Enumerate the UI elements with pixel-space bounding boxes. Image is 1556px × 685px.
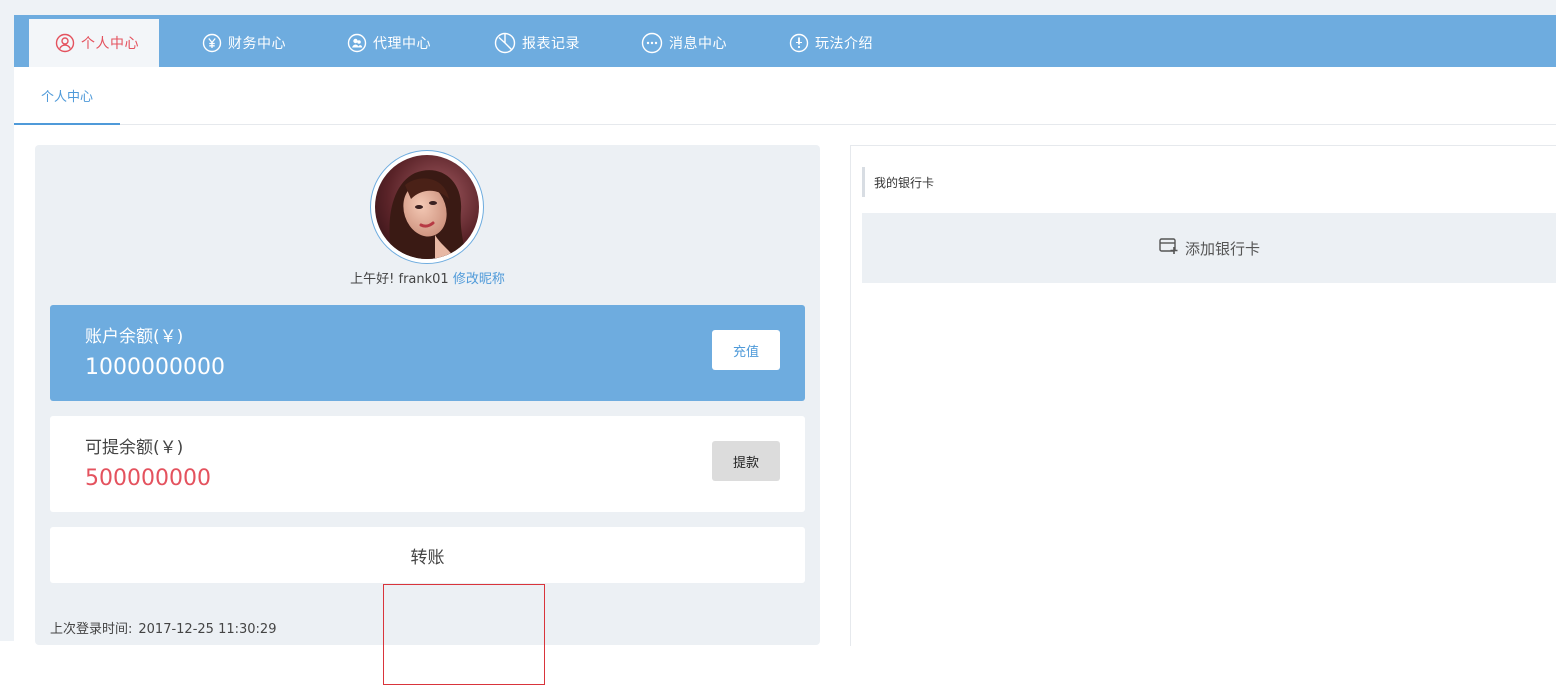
nav-item-finance-center[interactable]: 财务中心 (202, 19, 286, 67)
greeting-text: 上午好! (350, 272, 395, 287)
balance-label: 账户余额(￥) (85, 327, 184, 347)
last-login-label: 上次登录时间: (50, 622, 133, 637)
nav-item-message-center[interactable]: 消息中心 (641, 19, 727, 67)
transfer-card: 转账 (50, 527, 805, 583)
sub-tab-bar: 个人中心 (14, 67, 1556, 125)
card-add-icon (1159, 237, 1179, 259)
highlight-box (383, 584, 545, 685)
account-balance-card: 账户余额(￥) 1000000000 充值 (50, 305, 805, 401)
withdrawable-value: 500000000 (85, 466, 211, 491)
nav-label: 消息中心 (669, 36, 727, 52)
top-nav: 个人中心 财务中心 代理中心 报表记录 消息中心 玩法介绍 (14, 15, 1556, 67)
withdraw-button[interactable]: 提款 (712, 441, 780, 481)
last-login-time: 2017-12-25 11:30:29 (138, 622, 277, 637)
nav-item-gameplay-intro[interactable]: 玩法介绍 (789, 19, 873, 67)
transfer-button[interactable]: 转账 (50, 527, 805, 583)
greeting-row: 上午好! frank01 修改昵称 (35, 268, 820, 288)
agent-icon (347, 33, 367, 53)
add-bank-card-label: 添加银行卡 (1184, 239, 1260, 258)
balance-value: 1000000000 (85, 355, 225, 380)
recharge-button[interactable]: 充值 (712, 330, 780, 370)
info-icon (789, 33, 809, 53)
tab-personal-center[interactable]: 个人中心 (14, 67, 120, 125)
yuan-icon (202, 33, 222, 53)
nav-label: 财务中心 (228, 36, 286, 52)
withdrawable-balance-card: 可提余额(￥) 500000000 提款 (50, 416, 805, 512)
nav-item-report-records[interactable]: 报表记录 (494, 19, 580, 67)
edit-nickname-link[interactable]: 修改昵称 (453, 272, 505, 287)
account-panel: 上午好! frank01 修改昵称 账户余额(￥) 1000000000 充值 … (35, 145, 820, 685)
avatar-frame (370, 150, 484, 264)
nav-label: 代理中心 (373, 36, 431, 52)
user-icon (55, 33, 75, 53)
pie-chart-icon (494, 32, 516, 54)
nav-item-agent-center[interactable]: 代理中心 (347, 19, 431, 67)
last-login-row: 上次登录时间: 2017-12-25 11:30:29 (50, 618, 276, 637)
main-content: 个人中心 上午好! frank01 修改昵称 账户余额(￥) 100000000… (14, 67, 1556, 685)
add-bank-card-button[interactable]: 添加银行卡 (862, 213, 1556, 283)
nav-label: 报表记录 (522, 36, 580, 52)
avatar[interactable] (375, 155, 479, 259)
username: frank01 (398, 272, 449, 287)
nav-label: 玩法介绍 (815, 36, 873, 52)
bank-card-title: 我的银行卡 (862, 167, 934, 197)
message-icon (641, 32, 663, 54)
bank-card-panel: 我的银行卡 添加银行卡 (850, 145, 1556, 646)
withdrawable-label: 可提余额(￥) (85, 438, 184, 458)
nav-item-personal-center[interactable]: 个人中心 (29, 19, 159, 67)
nav-label: 个人中心 (81, 36, 139, 52)
